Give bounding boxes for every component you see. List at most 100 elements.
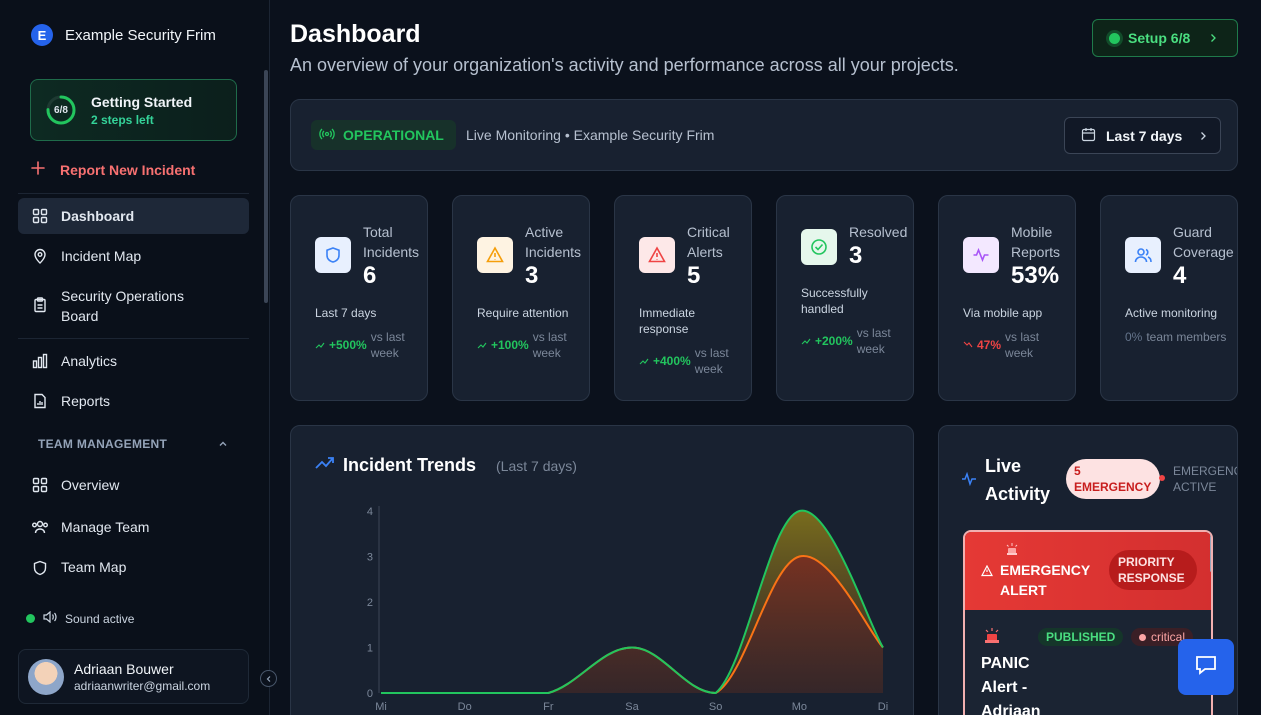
map-pin-icon	[31, 247, 49, 265]
grid-icon	[31, 476, 49, 494]
getting-started-progress-ring: 6/8	[45, 94, 77, 126]
user-profile-card[interactable]: Adriaan Bouwer adriaanwriter@gmail.com	[18, 649, 249, 704]
live-monitoring-text: Live Monitoring • Example Security Frim	[466, 127, 715, 143]
operational-status-label: OPERATIONAL	[343, 127, 444, 143]
sidebar-item-overview[interactable]: Overview	[18, 467, 249, 503]
brand[interactable]: E Example Security Frim	[31, 24, 216, 46]
getting-started-card[interactable]: 6/8 Getting Started 2 steps left	[30, 79, 237, 141]
page-title: Dashboard	[290, 20, 421, 48]
users-icon	[31, 518, 49, 536]
siren-icon	[983, 628, 1001, 649]
stat-trend-value: 47%	[977, 338, 1002, 352]
stat-trend-value: +200%	[815, 334, 853, 348]
date-range-button[interactable]: Last 7 days	[1064, 117, 1221, 154]
avatar	[28, 658, 64, 695]
brand-name: Example Security Frim	[65, 26, 216, 44]
stat-label: Critical Alerts	[687, 224, 730, 260]
activity-icon	[961, 471, 977, 491]
clipboard-icon	[31, 296, 49, 314]
stat-label: Resolved	[849, 224, 908, 240]
chat-support-button[interactable]	[1178, 639, 1234, 695]
stat-card-guard-coverage[interactable]: Guard Coverage 4 Active monitoring 0% te…	[1100, 195, 1238, 401]
published-badge: PUBLISHED	[1038, 628, 1124, 646]
collapse-sidebar-button[interactable]	[260, 670, 277, 687]
stat-value: 5	[687, 262, 701, 289]
incident-trends-card: Incident Trends (Last 7 days) 0 1 2 3 4 Mi Do F…	[290, 425, 914, 715]
emergency-dot	[1159, 475, 1165, 481]
chevron-right-icon	[1198, 128, 1208, 144]
getting-started-title: Getting Started	[91, 93, 193, 110]
sidebar-item-label: Reports	[61, 393, 111, 409]
stat-card-mobile-reports[interactable]: Mobile Reports 53% Via mobile app 47% vs…	[938, 195, 1076, 401]
sidebar-scrollbar[interactable]	[264, 70, 268, 303]
sidebar-item-label: Overview	[61, 477, 120, 493]
alert-triangle-icon	[639, 237, 675, 273]
sidebar-item-manage-team[interactable]: Manage Team	[18, 509, 249, 545]
sidebar-item-security-operations-board[interactable]: Security Operations Board	[18, 286, 249, 326]
stat-label: Guard Coverage	[1173, 224, 1234, 260]
grid-icon	[31, 207, 49, 225]
stat-card-critical-alerts[interactable]: Critical Alerts 5 Immediate response +40…	[614, 195, 752, 401]
stat-trend: +500% vs last week	[315, 329, 417, 361]
setup-label: Setup 6/8	[1128, 30, 1191, 46]
sound-status-label: Sound active	[65, 611, 135, 626]
getting-started-subtitle: 2 steps left	[91, 112, 154, 127]
stat-trend-compare: vs last week	[856, 326, 891, 356]
emergency-alert-header: EMERGENCY ALERT PRIORITY RESPONSE	[965, 532, 1211, 610]
date-range-label: Last 7 days	[1106, 127, 1183, 144]
activity-icon	[963, 237, 999, 273]
trend-down-icon	[963, 338, 973, 352]
check-circle-icon	[801, 229, 837, 265]
stat-card-total-incidents[interactable]: Total Incidents 6 Last 7 days +500% vs l…	[290, 195, 428, 401]
sound-status-dot	[26, 614, 35, 623]
chat-bubble-icon	[1194, 654, 1218, 681]
trend-up-icon	[801, 334, 811, 348]
trend-up-icon	[315, 338, 325, 352]
alert-triangle-icon	[981, 564, 993, 582]
warning-triangle-icon	[477, 237, 513, 273]
report-new-incident-button[interactable]: Report New Incident	[30, 160, 195, 179]
severity-dot	[1139, 633, 1146, 641]
emergency-alert-card[interactable]: EMERGENCY ALERT PRIORITY RESPONSE PUBLIS…	[963, 530, 1213, 715]
stat-trend-value: +100%	[491, 338, 529, 352]
stat-card-resolved[interactable]: Resolved 3 Successfully handled +200% vs…	[776, 195, 914, 401]
stat-trend-value: +500%	[329, 338, 367, 352]
chevron-up-icon[interactable]	[217, 437, 229, 455]
getting-started-progress-text: 6/8	[54, 104, 68, 116]
stat-trend: 47% vs last week	[963, 329, 1051, 361]
sidebar-item-dashboard[interactable]: Dashboard	[18, 198, 249, 234]
alert-scrollbar[interactable]	[1210, 532, 1211, 572]
stat-trend-compare: vs last week	[532, 330, 567, 360]
sidebar-item-team-map[interactable]: Team Map	[18, 554, 249, 580]
sidebar-item-label: Manage Team	[61, 519, 150, 535]
emergency-alert-title: EMERGENCY ALERT	[1000, 562, 1090, 598]
broadcast-icon	[319, 127, 335, 144]
y-tick-label: 1	[367, 643, 373, 655]
stat-trend-compare: vs last week	[370, 330, 405, 360]
sidebar-item-analytics[interactable]: Analytics	[18, 343, 249, 379]
sidebar-divider	[18, 338, 249, 339]
stat-trend-compare: vs last week	[694, 346, 729, 376]
stat-card-active-incidents[interactable]: Active Incidents 3 Require attention +10…	[452, 195, 590, 401]
sidebar-item-reports[interactable]: Reports	[18, 383, 249, 419]
stat-value: 53%	[1011, 262, 1060, 289]
sound-status[interactable]: Sound active	[26, 610, 135, 626]
chevron-right-icon	[1208, 30, 1218, 46]
x-tick-label: Sa	[625, 701, 639, 713]
y-tick-label: 2	[367, 597, 373, 609]
live-activity-title: Live Activity	[985, 456, 1051, 504]
bar-chart-icon	[31, 352, 49, 370]
user-name: Adriaan Bouwer	[74, 660, 174, 677]
x-tick-label: Mo	[792, 701, 807, 713]
x-tick-label: Do	[458, 701, 472, 713]
stat-trend-compare: vs last week	[1005, 330, 1040, 360]
series-area	[381, 555, 883, 693]
operational-status-badge: OPERATIONAL	[311, 120, 456, 150]
stat-value: 3	[525, 262, 539, 289]
stat-description: Via mobile app	[963, 306, 1043, 320]
sidebar-item-incident-map[interactable]: Incident Map	[18, 238, 249, 274]
shield-icon	[315, 237, 351, 273]
setup-progress-button[interactable]: Setup 6/8	[1092, 19, 1238, 57]
stat-description: Successfully handled	[801, 286, 868, 316]
brand-logo: E	[31, 24, 53, 46]
